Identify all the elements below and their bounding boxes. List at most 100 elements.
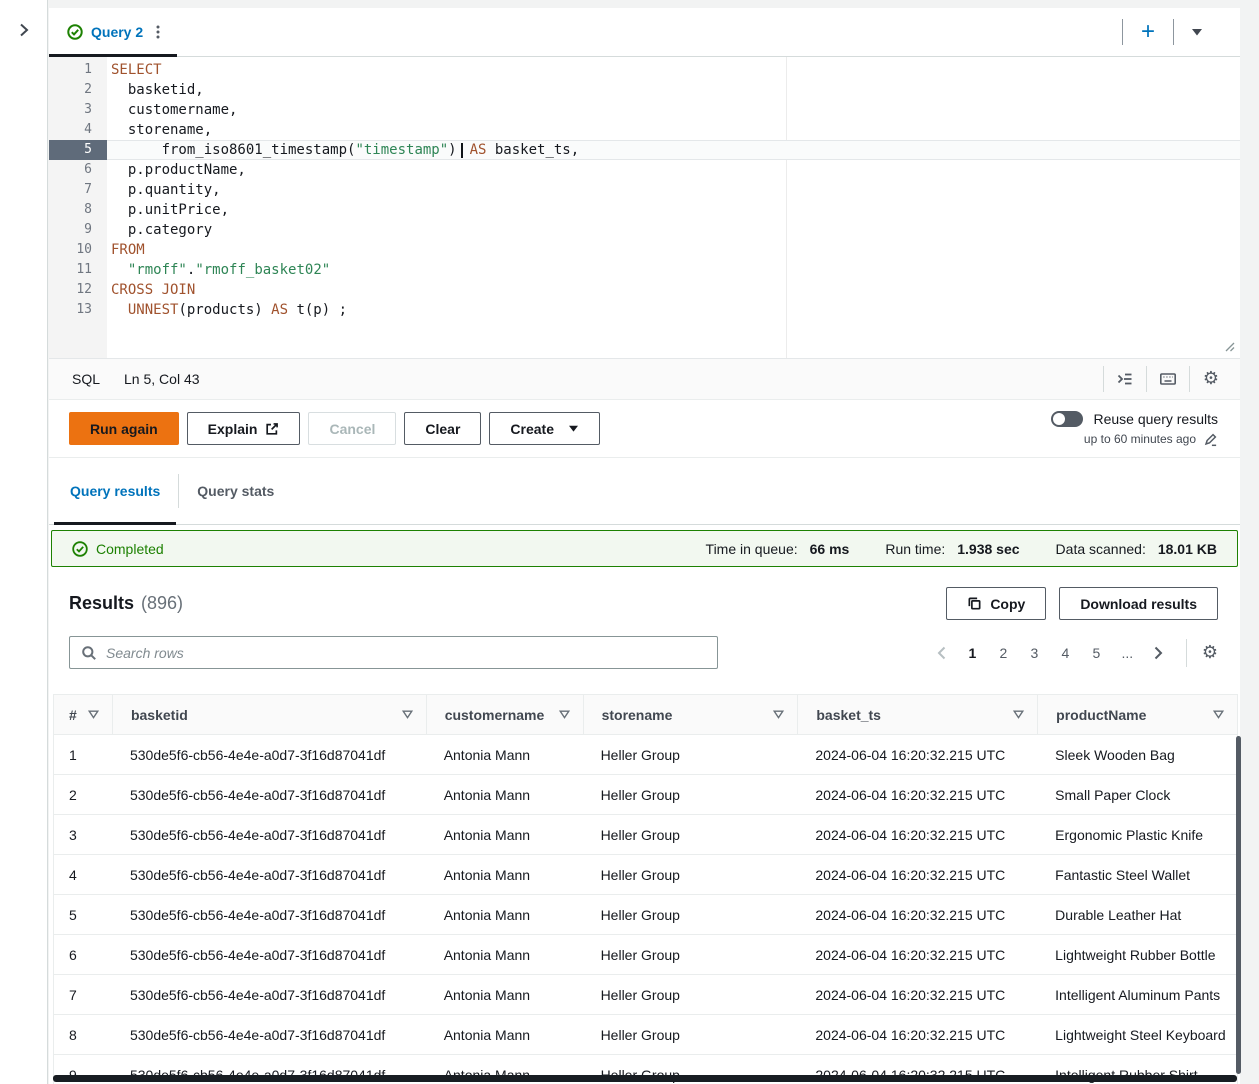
clear-button[interactable]: Clear xyxy=(404,412,481,445)
code-line[interactable]: 13 UNNEST(products) AS t(p) ; xyxy=(49,300,1240,320)
text-cursor xyxy=(461,143,463,158)
run-again-button[interactable]: Run again xyxy=(69,412,179,445)
column-label: storename xyxy=(602,707,673,723)
filter-caret-icon[interactable] xyxy=(1013,710,1024,719)
line-number: 1 xyxy=(49,60,107,80)
table-row[interactable]: 3530de5f6-cb56-4e4e-a0d7-3f16d87041dfAnt… xyxy=(54,815,1237,855)
editor-lines: 1SELECT2 basketid,3 customername,4 store… xyxy=(49,60,1240,320)
code-text: CROSS JOIN xyxy=(107,280,1240,300)
column-header-num[interactable]: # xyxy=(54,695,112,734)
code-line[interactable]: 1SELECT xyxy=(49,60,1240,80)
stat-value: 1.938 sec xyxy=(957,541,1019,557)
sql-editor[interactable]: 1SELECT2 basketid,3 customername,4 store… xyxy=(49,57,1240,358)
code-line[interactable]: 10FROM xyxy=(49,240,1240,260)
cell: Ergonomic Plastic Knife xyxy=(1037,815,1237,854)
tab-kebab-menu-icon[interactable] xyxy=(151,24,165,40)
previous-page-button[interactable] xyxy=(929,640,954,666)
download-results-button[interactable]: Download results xyxy=(1059,587,1218,620)
horizontal-scrollbar[interactable] xyxy=(53,1075,1237,1082)
chevron-right-icon xyxy=(16,22,32,38)
edit-pencil-icon[interactable] xyxy=(1203,432,1218,447)
next-page-button[interactable] xyxy=(1146,640,1171,666)
filter-caret-icon[interactable] xyxy=(1213,710,1224,719)
table-row[interactable]: 2530de5f6-cb56-4e4e-a0d7-3f16d87041dfAnt… xyxy=(54,775,1237,815)
copy-icon xyxy=(967,596,982,611)
column-header-basketid[interactable]: basketid xyxy=(112,695,426,734)
tab-query-2[interactable]: Query 2 xyxy=(49,8,177,56)
copy-button[interactable]: Copy xyxy=(946,587,1046,620)
vertical-scrollbar[interactable] xyxy=(1236,736,1241,1074)
keyboard-shortcuts-button[interactable] xyxy=(1147,359,1189,399)
editor-resize-handle[interactable] xyxy=(1223,340,1235,352)
filter-caret-icon[interactable] xyxy=(773,710,784,719)
create-button[interactable]: Create xyxy=(489,412,600,445)
code-line[interactable]: 4 storename, xyxy=(49,120,1240,140)
editor-settings-button[interactable]: ⚙ xyxy=(1190,359,1232,399)
tabs-dropdown-button[interactable] xyxy=(1174,27,1220,37)
line-number: 12 xyxy=(49,280,107,300)
code-line[interactable]: 7 p.quantity, xyxy=(49,180,1240,200)
divider xyxy=(178,474,179,508)
table-row[interactable]: 6530de5f6-cb56-4e4e-a0d7-3f16d87041dfAnt… xyxy=(54,935,1237,975)
code-line[interactable]: 6 p.productName, xyxy=(49,160,1240,180)
cell: 6 xyxy=(54,935,112,974)
cancel-button[interactable]: Cancel xyxy=(308,412,396,445)
search-rows-input[interactable] xyxy=(106,645,706,661)
results-header: Results (896) Copy Download results xyxy=(69,587,1218,620)
column-header-storename[interactable]: storename xyxy=(583,695,798,734)
format-sql-button[interactable] xyxy=(1104,359,1146,399)
table-body: 1530de5f6-cb56-4e4e-a0d7-3f16d87041dfAnt… xyxy=(54,735,1237,1084)
cell: Heller Group xyxy=(583,815,798,854)
code-line[interactable]: 9 p.category xyxy=(49,220,1240,240)
table-row[interactable]: 1530de5f6-cb56-4e4e-a0d7-3f16d87041dfAnt… xyxy=(54,735,1237,775)
code-line[interactable]: 2 basketid, xyxy=(49,80,1240,100)
cell: 2024-06-04 16:20:32.215 UTC xyxy=(797,775,1037,814)
query-status-banner: Completed Time in queue:66 msRun time:1.… xyxy=(51,530,1238,567)
divider xyxy=(1186,639,1187,667)
column-header-productName[interactable]: productName xyxy=(1037,695,1237,734)
editor-language-label: SQL xyxy=(72,371,100,387)
cell: Lightweight Rubber Bottle xyxy=(1037,935,1237,974)
page-4[interactable]: 4 xyxy=(1053,640,1078,666)
table-row[interactable]: 7530de5f6-cb56-4e4e-a0d7-3f16d87041dfAnt… xyxy=(54,975,1237,1015)
tab-query-stats[interactable]: Query stats xyxy=(181,458,290,524)
page-5[interactable]: 5 xyxy=(1084,640,1109,666)
table-row[interactable]: 4530de5f6-cb56-4e4e-a0d7-3f16d87041dfAnt… xyxy=(54,855,1237,895)
filter-caret-icon[interactable] xyxy=(88,710,99,719)
new-tab-button[interactable]: + xyxy=(1123,20,1173,44)
page-3[interactable]: 3 xyxy=(1022,640,1047,666)
code-line[interactable]: 8 p.unitPrice, xyxy=(49,200,1240,220)
cell: Antonia Mann xyxy=(426,775,583,814)
code-text: "rmoff"."rmoff_basket02" xyxy=(107,260,1240,280)
cell: Fantastic Steel Wallet xyxy=(1037,855,1237,894)
table-row[interactable]: 5530de5f6-cb56-4e4e-a0d7-3f16d87041dfAnt… xyxy=(54,895,1237,935)
line-number: 8 xyxy=(49,200,107,220)
column-header-basket_ts[interactable]: basket_ts xyxy=(797,695,1037,734)
results-toolbar: 12345... ⚙ xyxy=(69,636,1218,669)
cell: 530de5f6-cb56-4e4e-a0d7-3f16d87041df xyxy=(112,735,426,774)
reuse-query-results-group: Reuse query results up to 60 minutes ago xyxy=(1051,411,1218,447)
code-text: p.productName, xyxy=(107,160,1240,180)
line-number: 6 xyxy=(49,160,107,180)
caret-down-icon xyxy=(568,424,579,433)
filter-caret-icon[interactable] xyxy=(402,710,413,719)
stat-label: Data scanned: xyxy=(1056,541,1146,557)
page-1[interactable]: 1 xyxy=(960,640,985,666)
table-row[interactable]: 8530de5f6-cb56-4e4e-a0d7-3f16d87041dfAnt… xyxy=(54,1015,1237,1055)
filter-caret-icon[interactable] xyxy=(559,710,570,719)
code-line[interactable]: 12CROSS JOIN xyxy=(49,280,1240,300)
expand-sidebar-button[interactable] xyxy=(14,20,34,40)
pagination: 12345... ⚙ xyxy=(929,639,1218,667)
page-2[interactable]: 2 xyxy=(991,640,1016,666)
explain-button[interactable]: Explain xyxy=(187,412,301,445)
cell: Small Paper Clock xyxy=(1037,775,1237,814)
query-stat: Run time:1.938 sec xyxy=(885,541,1019,557)
code-line[interactable]: 5 from_iso8601_timestamp("timestamp")AS … xyxy=(49,140,1240,160)
code-line[interactable]: 3 customername, xyxy=(49,100,1240,120)
reuse-results-toggle[interactable] xyxy=(1051,411,1083,427)
results-title: Results xyxy=(69,593,134,614)
code-line[interactable]: 11 "rmoff"."rmoff_basket02" xyxy=(49,260,1240,280)
tab-query-results[interactable]: Query results xyxy=(54,458,176,524)
table-preferences-button[interactable]: ⚙ xyxy=(1202,644,1218,662)
column-header-customername[interactable]: customername xyxy=(426,695,583,734)
